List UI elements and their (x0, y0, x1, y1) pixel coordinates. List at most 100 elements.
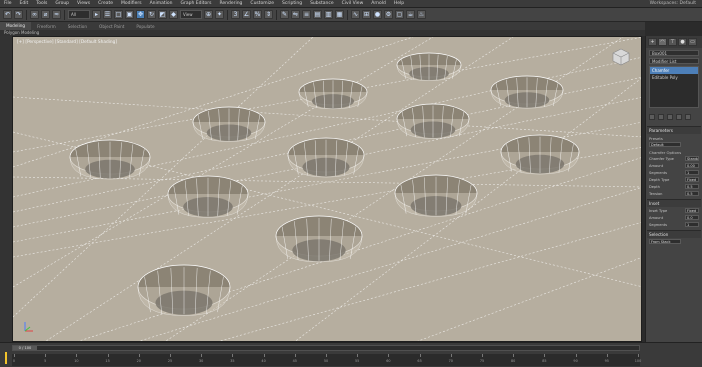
depth-label: Depth (649, 184, 660, 189)
inset-type-dropdown[interactable]: Fixed (685, 208, 699, 213)
rect-selection-icon[interactable]: □ (114, 10, 123, 19)
render-setup-icon[interactable]: ⚙ (384, 10, 393, 19)
window-crossing-icon[interactable]: ▣ (125, 10, 134, 19)
parameters-rollout-title[interactable]: Parameters (647, 127, 701, 134)
pivot-center-icon[interactable]: ⊕ (204, 10, 213, 19)
undo-icon[interactable]: ↶ (3, 10, 12, 19)
motion-tab-icon[interactable]: ● (678, 38, 687, 46)
toggle-scene-explorer-icon[interactable]: ▤ (313, 10, 322, 19)
depth-spinner[interactable]: 0.5 (685, 184, 699, 189)
select-object-icon[interactable]: ▸ (92, 10, 101, 19)
toggle-ribbon-icon[interactable]: ▦ (335, 10, 344, 19)
tab-object-paint[interactable]: Object Paint (93, 24, 130, 29)
reference-coordinate-dropdown[interactable]: View (180, 10, 202, 19)
workspace-selector[interactable]: Workspaces: Default (650, 1, 696, 6)
selection-dropdown[interactable]: From Stack (649, 239, 681, 244)
create-tab-icon[interactable]: + (648, 38, 657, 46)
timeline-tick (76, 354, 78, 357)
depth-type-dropdown[interactable]: Fixed (685, 177, 699, 182)
command-panel-tabs: + ◠ ⊤ ● ▭ (646, 36, 702, 48)
amount-spinner[interactable]: 0.00 (685, 163, 699, 168)
render-iterative-icon[interactable]: ♨ (417, 10, 426, 19)
menu-tools[interactable]: Tools (32, 1, 51, 6)
unlink-icon[interactable]: ⌀ (41, 10, 50, 19)
segments-label: Segments (649, 170, 668, 175)
show-end-result-icon[interactable] (658, 114, 664, 120)
menu-group[interactable]: Group (51, 1, 73, 6)
tension-spinner[interactable]: 0.5 (685, 191, 699, 196)
menu-create[interactable]: Create (94, 1, 117, 6)
menu-customize[interactable]: Customize (246, 1, 278, 6)
menu-scripting[interactable]: Scripting (278, 1, 306, 6)
timeline-tick (544, 354, 546, 357)
segments-spinner[interactable]: 1 (685, 170, 699, 175)
snaps-toggle-icon[interactable]: 3 (231, 10, 240, 19)
link-icon[interactable]: ∞ (30, 10, 39, 19)
chamfer-type-dropdown[interactable]: Standard (685, 156, 699, 161)
inset-segments-spinner[interactable]: 1 (685, 222, 699, 227)
inset-amount-spinner[interactable]: 0.0 (685, 215, 699, 220)
toolbar-divider (276, 9, 277, 20)
menu-modifiers[interactable]: Modifiers (117, 1, 146, 6)
configure-sets-icon[interactable] (685, 114, 691, 120)
render-production-icon[interactable]: ☕ (406, 10, 415, 19)
redo-icon[interactable]: ↷ (14, 10, 23, 19)
tab-modeling[interactable]: Modeling (0, 22, 32, 30)
menu-rendering[interactable]: Rendering (215, 1, 246, 6)
menu-graph-editors[interactable]: Graph Editors (177, 1, 216, 6)
object-name-field[interactable]: Box001 (649, 50, 699, 56)
tab-populate[interactable]: Populate (130, 24, 160, 29)
schematic-view-icon[interactable]: ⊞ (362, 10, 371, 19)
tab-freeform[interactable]: Freeform (31, 24, 62, 29)
remove-modifier-icon[interactable] (676, 114, 682, 120)
menu-arnold[interactable]: Arnold (367, 1, 390, 6)
scene-wireframe[interactable] (13, 37, 642, 342)
percent-snap-icon[interactable]: % (253, 10, 262, 19)
tab-selection[interactable]: Selection (62, 24, 93, 29)
display-tab-icon[interactable]: ▭ (688, 38, 697, 46)
selection-rollout-title[interactable]: Selection (647, 231, 701, 238)
menu-help[interactable]: Help (390, 1, 408, 6)
select-manipulate-icon[interactable]: ✦ (215, 10, 224, 19)
ribbon: Modeling Freeform Selection Object Paint… (0, 22, 645, 30)
select-move-icon[interactable]: ✥ (136, 10, 145, 19)
time-slider-thumb[interactable]: 0 / 100 (13, 346, 37, 350)
material-editor-icon[interactable]: ● (373, 10, 382, 19)
named-selection-icon[interactable]: ✎ (280, 10, 289, 19)
make-unique-icon[interactable] (667, 114, 673, 120)
angle-snap-icon[interactable]: ∠ (242, 10, 251, 19)
viewport-label-menu[interactable]: [+] [Perspective] [Standard] [Default Sh… (17, 40, 117, 45)
mirror-icon[interactable]: ⇋ (291, 10, 300, 19)
track-bar[interactable]: 0 5 10 15 20 25 30 35 40 45 50 55 60 65 70 75 80 85 90 95 10… (12, 354, 641, 366)
menu-animation[interactable]: Animation (146, 1, 177, 6)
select-by-name-icon[interactable]: ☰ (103, 10, 112, 19)
toggle-layer-explorer-icon[interactable]: ▥ (324, 10, 333, 19)
time-slider[interactable]: 0 / 100 (12, 345, 640, 351)
presets-dropdown[interactable]: Default (649, 142, 681, 147)
bind-spacewarp-icon[interactable]: ≈ (52, 10, 61, 19)
menu-file[interactable]: File (0, 1, 16, 6)
select-scale-icon[interactable]: ◩ (158, 10, 167, 19)
rendered-frame-icon[interactable]: ▢ (395, 10, 404, 19)
chamfer-options-label: Chamfer Options (649, 150, 682, 155)
timeline-tick (357, 354, 359, 357)
viewcube-icon[interactable] (611, 47, 631, 67)
inset-rollout-title[interactable]: Inset (647, 200, 701, 207)
stack-item-chamfer[interactable]: Chamfer (650, 67, 698, 74)
menu-civil-view[interactable]: Civil View (338, 1, 368, 6)
align-icon[interactable]: ≡ (302, 10, 311, 19)
menu-substance[interactable]: Substance (306, 1, 338, 6)
hierarchy-tab-icon[interactable]: ⊤ (668, 38, 677, 46)
placement-icon[interactable]: ◆ (169, 10, 178, 19)
curve-editor-icon[interactable]: ∿ (351, 10, 360, 19)
modifier-list-dropdown[interactable]: Modifier List (649, 58, 699, 64)
perspective-viewport[interactable]: [+] [Perspective] [Standard] [Default Sh… (12, 36, 642, 342)
stack-item-editable-poly[interactable]: Editable Poly (650, 74, 698, 81)
selection-filter-dropdown[interactable]: All (68, 10, 90, 19)
menu-views[interactable]: Views (73, 1, 94, 6)
spinner-snap-icon[interactable]: ⇕ (264, 10, 273, 19)
pin-stack-icon[interactable] (649, 114, 655, 120)
menu-edit[interactable]: Edit (16, 1, 33, 6)
select-rotate-icon[interactable]: ↻ (147, 10, 156, 19)
modify-tab-icon[interactable]: ◠ (658, 38, 667, 46)
